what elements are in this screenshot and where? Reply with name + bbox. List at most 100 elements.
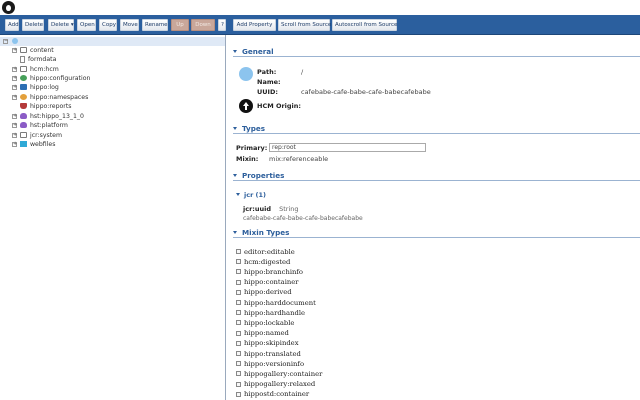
section-properties-header[interactable]: Properties — [233, 171, 640, 181]
checkbox[interactable] — [236, 320, 241, 326]
mixin-checkbox-row[interactable]: hippo:named — [236, 329, 289, 338]
section-title: General — [242, 47, 274, 56]
mixin-label: hippostd:container — [244, 390, 310, 399]
tree-item-webfiles[interactable]: + webfiles — [12, 140, 55, 148]
tree-item-label: hippo:namespaces — [30, 93, 89, 101]
tree-item-hippo-log[interactable]: + hippo:log — [12, 83, 59, 91]
checkbox[interactable] — [236, 249, 241, 254]
mixin-label: hippo:branchinfo — [244, 267, 304, 276]
tree-item-content[interactable]: + content — [12, 46, 54, 54]
checkbox[interactable] — [236, 269, 241, 275]
primary-label: Primary: — [236, 144, 268, 152]
collapse-icon[interactable]: − — [3, 39, 8, 44]
mixin-checkbox-row[interactable]: hippo:versioninfo — [236, 359, 304, 368]
toolbar: Add Delete Delete ▾ Open Copy Move Renam… — [0, 15, 640, 35]
tree-item-hst-platform[interactable]: + hst:platform — [12, 121, 68, 129]
property-name-row: jcr:uuid String — [243, 205, 299, 213]
checkbox[interactable] — [236, 371, 241, 377]
section-general-header[interactable]: General — [233, 47, 640, 57]
mixin-checkbox-row[interactable]: hippogallery:relaxed — [236, 380, 315, 389]
uuid-value: cafebabe-cafe-babe-cafe-babecafebabe — [301, 88, 431, 96]
tree-item-hippo-namespaces[interactable]: + hippo:namespaces — [12, 93, 88, 101]
checkbox[interactable] — [236, 340, 241, 346]
checkbox[interactable] — [236, 300, 241, 305]
mixin-label: hippogallery:relaxed — [244, 380, 316, 389]
checkbox[interactable] — [236, 279, 241, 285]
mixin-checkbox-row[interactable]: hcm:digested — [236, 257, 290, 266]
add-property-button[interactable]: Add Property — [233, 19, 276, 31]
mixin-checkbox-row[interactable]: hippo:harddocument — [236, 298, 316, 307]
checkbox[interactable] — [236, 330, 241, 336]
collapse-triangle-icon[interactable] — [233, 50, 237, 53]
tree-item-jcr-system[interactable]: + jcr:system — [12, 131, 62, 139]
checkbox[interactable] — [236, 361, 241, 367]
help-button[interactable]: ? — [218, 19, 226, 31]
checkbox[interactable] — [236, 391, 241, 397]
add-button[interactable]: Add — [5, 19, 19, 31]
up-button[interactable]: Up — [171, 19, 189, 31]
expand-icon[interactable]: + — [12, 132, 17, 138]
expand-icon[interactable]: + — [12, 141, 17, 147]
expand-icon[interactable]: + — [12, 84, 17, 90]
property-value[interactable]: cafebabe-cafe-babe-cafe-babecafebabe — [243, 215, 363, 222]
checkbox[interactable] — [236, 259, 241, 265]
collapse-triangle-icon[interactable] — [233, 174, 237, 177]
autoscroll-from-source-button[interactable]: Autoscroll from Source — [332, 19, 397, 31]
mixin-label: hippo:translated — [244, 349, 301, 358]
node-editor: General Path: / Name: UUID: cafebabe-caf… — [227, 35, 640, 400]
folder-icon — [20, 132, 27, 138]
mixin-checkbox-row[interactable]: hippo:branchinfo — [236, 267, 303, 276]
copy-button[interactable]: Copy — [99, 19, 117, 31]
mixin-checkbox-row[interactable]: hippo:derived — [236, 288, 292, 297]
mixin-checkbox-row[interactable]: hippo:lockable — [236, 318, 294, 327]
expand-icon[interactable]: + — [12, 113, 17, 119]
collapse-triangle-icon[interactable] — [233, 231, 237, 234]
delete-button[interactable]: Delete — [22, 19, 44, 31]
tree-item-label: hippo:log — [30, 83, 59, 91]
delete-dropdown-button[interactable]: Delete ▾ — [48, 19, 74, 31]
mixin-checkbox-row[interactable]: hippostd:container — [236, 390, 309, 399]
checkbox[interactable] — [236, 310, 241, 316]
property-group-jcr[interactable]: jcr (1) — [236, 191, 266, 199]
node-avatar-icon — [239, 67, 253, 81]
mixin-label: hippogallery:container — [244, 369, 323, 378]
tree-item-hcm-hcm[interactable]: + hcm:hcm — [12, 65, 59, 73]
mixin-label: hippo:named — [244, 329, 289, 338]
expand-icon[interactable]: + — [12, 66, 17, 72]
mixin-checkbox-row[interactable]: editor:editable — [236, 247, 295, 256]
tree-item-label: hippo:configuration — [30, 74, 91, 82]
open-button[interactable]: Open — [77, 19, 96, 31]
checkbox[interactable] — [236, 351, 241, 356]
checkbox[interactable] — [236, 381, 241, 387]
primary-type-input[interactable] — [269, 143, 426, 152]
rename-button[interactable]: Rename — [142, 19, 168, 31]
property-type: String — [279, 205, 299, 213]
mixin-checkbox-row[interactable]: hippo:hardhandle — [236, 308, 305, 317]
mixin-checkbox-row[interactable]: hippo:translated — [236, 349, 301, 358]
mixin-checkbox-row[interactable]: hippo:container — [236, 278, 299, 287]
tree-item-hippo-configuration[interactable]: + hippo:configuration — [12, 74, 90, 82]
move-button[interactable]: Move — [120, 19, 139, 31]
folder-icon — [20, 66, 27, 72]
collapse-triangle-icon[interactable] — [236, 193, 240, 196]
collapse-triangle-icon[interactable] — [233, 127, 237, 130]
checkbox[interactable] — [236, 289, 241, 295]
expand-icon[interactable]: + — [12, 122, 17, 128]
tree-item-hippo-reports[interactable]: hippo:reports — [12, 102, 72, 110]
tree-item-label: hst:hippo_13_1_0 — [30, 112, 84, 120]
scroll-from-source-button[interactable]: Scroll from Source — [278, 19, 331, 31]
tree-root-node[interactable]: − — [0, 37, 225, 46]
expand-icon[interactable]: + — [12, 47, 17, 53]
section-types-header[interactable]: Types — [233, 124, 640, 134]
expand-icon[interactable]: + — [12, 75, 17, 81]
tree-item-formdata[interactable]: formdata — [12, 55, 56, 63]
mixin-label: hippo:harddocument — [244, 298, 316, 307]
mixin-label: hippo:derived — [244, 288, 292, 297]
tree-item-hst-hippo[interactable]: + hst:hippo_13_1_0 — [12, 112, 84, 120]
mixin-checkbox-row[interactable]: hippo:skipindex — [236, 339, 299, 348]
expand-icon[interactable]: + — [12, 94, 17, 100]
section-mixin-types-header[interactable]: Mixin Types — [233, 228, 640, 238]
top-bar — [0, 0, 640, 15]
mixin-checkbox-row[interactable]: hippogallery:container — [236, 369, 322, 378]
down-button[interactable]: Down — [191, 19, 215, 31]
